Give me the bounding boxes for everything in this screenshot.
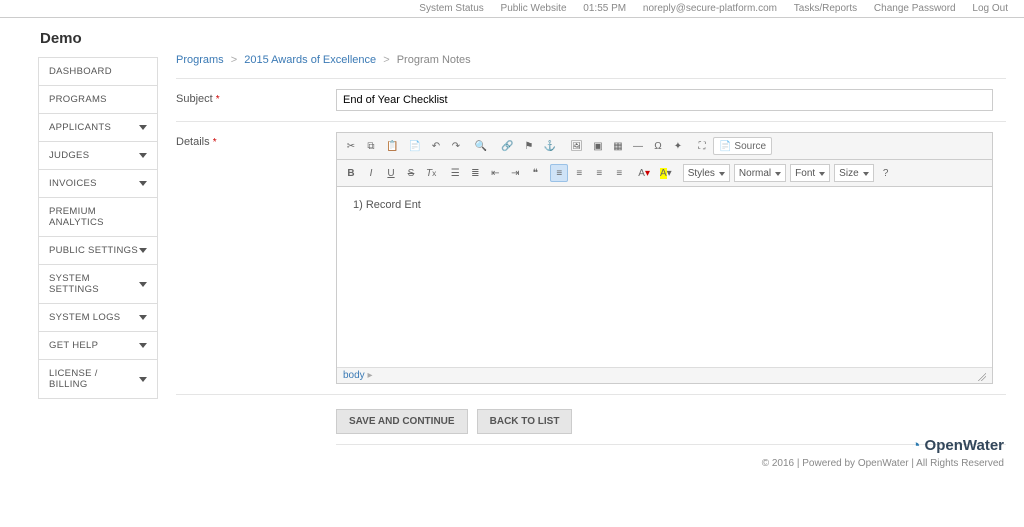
align-left-icon[interactable]: ≡	[550, 164, 568, 182]
sidebar-item-license-billing[interactable]: LICENSE / BILLING	[39, 360, 157, 399]
sidebar-item-premium-analytics[interactable]: PREMIUM ANALYTICS	[39, 198, 157, 237]
rich-text-editor: ✂ ⧉ 📋 📄 ↶ ↷ 🔍 🔗 ⚑ ⚓ 🖼 ▣	[336, 132, 993, 384]
sidebar: DASHBOARD PROGRAMS APPLICANTS JUDGES INV…	[38, 57, 158, 399]
page-title: Demo	[40, 30, 158, 47]
subject-label: Subject *	[176, 89, 336, 111]
styles-select[interactable]: Styles	[683, 164, 730, 182]
paste-icon[interactable]: 📋	[382, 137, 402, 155]
align-right-icon[interactable]: ≡	[590, 164, 608, 182]
topbar-system-status[interactable]: System Status	[419, 3, 483, 14]
outdent-icon[interactable]: ⇤	[486, 164, 504, 182]
chevron-down-icon	[139, 248, 147, 253]
topbar-public-website[interactable]: Public Website	[501, 3, 567, 14]
subject-input[interactable]	[336, 89, 993, 111]
size-select[interactable]: Size	[834, 164, 873, 182]
editor-elements-path: body ▸	[337, 367, 992, 383]
sidebar-item-judges[interactable]: JUDGES	[39, 142, 157, 170]
save-button[interactable]: SAVE AND CONTINUE	[336, 409, 468, 434]
chevron-down-icon	[139, 125, 147, 130]
format-select[interactable]: Normal	[734, 164, 786, 182]
find-icon[interactable]: 🔍	[471, 137, 491, 155]
breadcrumb-programs[interactable]: Programs	[176, 54, 224, 66]
topbar-email: noreply@secure-platform.com	[643, 3, 777, 14]
sidebar-item-get-help[interactable]: GET HELP	[39, 332, 157, 360]
chevron-down-icon	[139, 181, 147, 186]
sidebar-item-applicants[interactable]: APPLICANTS	[39, 114, 157, 142]
chevron-down-icon	[139, 282, 147, 287]
resize-handle[interactable]	[976, 371, 986, 381]
breadcrumb-awards[interactable]: 2015 Awards of Excellence	[244, 54, 376, 66]
font-select[interactable]: Font	[790, 164, 830, 182]
media-icon[interactable]: ▣	[589, 137, 607, 155]
source-button[interactable]: 📄Source	[713, 137, 772, 155]
sidebar-item-public-settings[interactable]: PUBLIC SETTINGS	[39, 237, 157, 265]
chevron-down-icon	[139, 377, 147, 382]
link-icon[interactable]: 🔗	[497, 137, 517, 155]
chevron-down-icon	[139, 153, 147, 158]
bg-color-icon[interactable]: A▾	[656, 164, 676, 182]
sidebar-item-system-logs[interactable]: SYSTEM LOGS	[39, 304, 157, 332]
breadcrumb-current: Program Notes	[397, 54, 471, 66]
special-char-icon[interactable]: Ω	[649, 137, 667, 155]
undo-icon[interactable]: ↶	[427, 137, 445, 155]
editor-toolbar-row-1: ✂ ⧉ 📋 📄 ↶ ↷ 🔍 🔗 ⚑ ⚓ 🖼 ▣	[337, 133, 992, 160]
strike-icon[interactable]: S	[402, 164, 420, 182]
align-justify-icon[interactable]: ≡	[610, 164, 628, 182]
back-button[interactable]: BACK TO LIST	[477, 409, 573, 434]
unlink-icon[interactable]: ⚑	[520, 137, 538, 155]
bulleted-list-icon[interactable]: ≣	[466, 164, 484, 182]
underline-icon[interactable]: U	[382, 164, 400, 182]
editor-toolbar-row-2: B I U S Tx ☰ ≣ ⇤ ⇥ ❝ ≡ ≡ ≡	[337, 160, 992, 187]
sidebar-item-programs[interactable]: PROGRAMS	[39, 86, 157, 114]
cut-icon[interactable]: ✂	[342, 137, 360, 155]
embed-icon[interactable]: ✦	[669, 137, 687, 155]
page-footer: ◔ OpenWater © 2016 | Powered by OpenWate…	[762, 437, 1004, 469]
sidebar-item-invoices[interactable]: INVOICES	[39, 170, 157, 198]
details-label: Details *	[176, 132, 336, 384]
table-icon[interactable]: ▦	[609, 137, 627, 155]
paste-text-icon[interactable]: 📄	[404, 137, 424, 155]
top-bar: System Status Public Website 01:55 PM no…	[0, 0, 1024, 18]
maximize-icon[interactable]: ⛶	[693, 137, 711, 155]
topbar-change-password[interactable]: Change Password	[874, 3, 956, 14]
topbar-tasks-reports[interactable]: Tasks/Reports	[794, 3, 857, 14]
remove-format-icon[interactable]: Tx	[422, 164, 440, 182]
blockquote-icon[interactable]: ❝	[526, 164, 544, 182]
text-color-icon[interactable]: A▾	[634, 164, 654, 182]
indent-icon[interactable]: ⇥	[506, 164, 524, 182]
image-icon[interactable]: 🖼	[566, 137, 587, 155]
editor-content[interactable]: 1) Record Ent	[337, 187, 992, 367]
chevron-down-icon	[139, 343, 147, 348]
topbar-time: 01:55 PM	[583, 3, 626, 14]
topbar-log-out[interactable]: Log Out	[972, 3, 1008, 14]
align-center-icon[interactable]: ≡	[570, 164, 588, 182]
sidebar-item-dashboard[interactable]: DASHBOARD	[39, 58, 157, 86]
footer-brand-logo: ◔ OpenWater	[762, 437, 1004, 454]
italic-icon[interactable]: I	[362, 164, 380, 182]
footer-copyright: © 2016 | Powered by OpenWater | All Righ…	[762, 458, 1004, 469]
sidebar-item-system-settings[interactable]: SYSTEM SETTINGS	[39, 265, 157, 304]
numbered-list-icon[interactable]: ☰	[446, 164, 464, 182]
hr-icon[interactable]: —	[629, 137, 647, 155]
bold-icon[interactable]: B	[342, 164, 360, 182]
breadcrumb: Programs > 2015 Awards of Excellence > P…	[176, 54, 1006, 66]
anchor-icon[interactable]: ⚓	[540, 137, 560, 155]
help-icon[interactable]: ?	[877, 164, 895, 182]
chevron-down-icon	[139, 315, 147, 320]
copy-icon[interactable]: ⧉	[362, 137, 380, 155]
redo-icon[interactable]: ↷	[447, 137, 465, 155]
